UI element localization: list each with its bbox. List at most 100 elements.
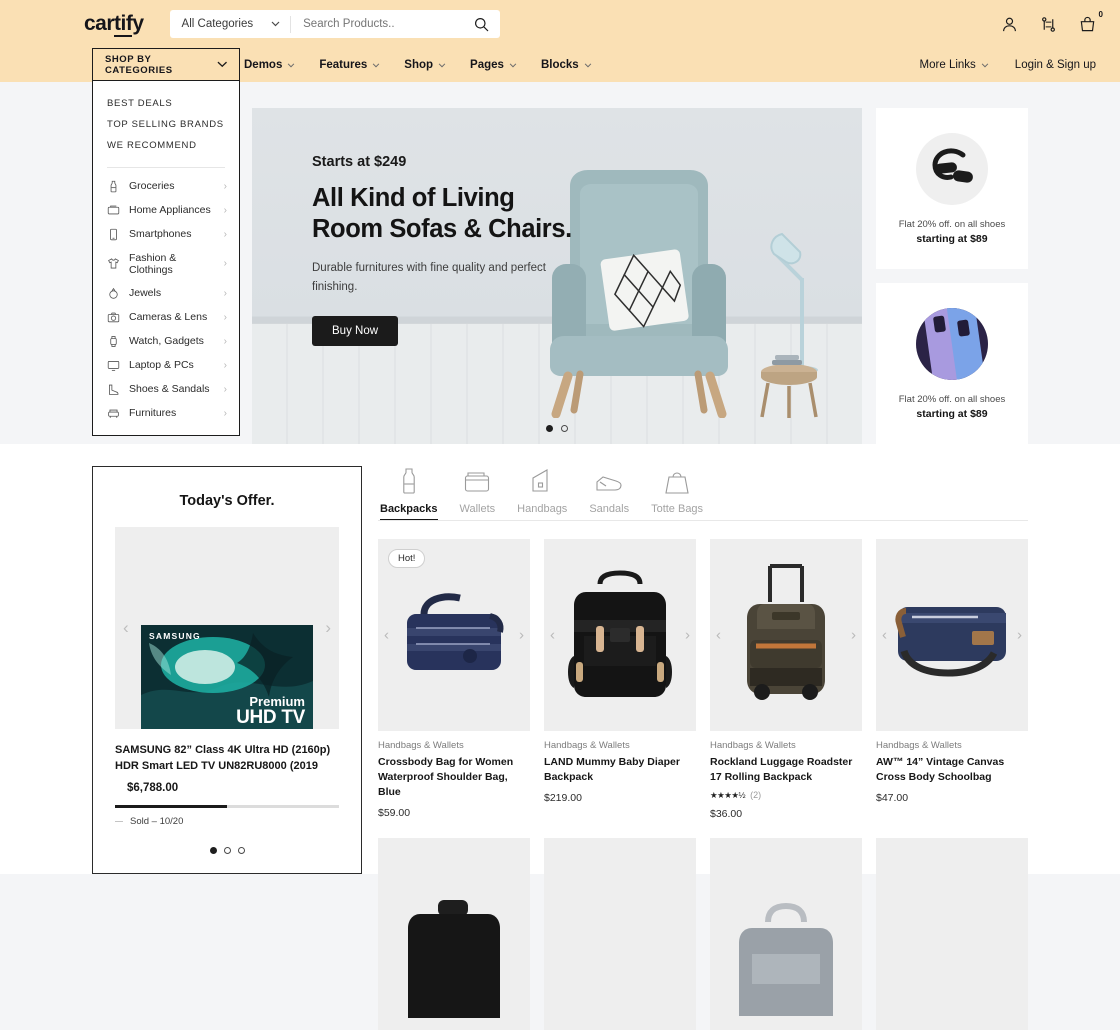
account-button[interactable]: [1001, 16, 1018, 33]
carousel-dot-2[interactable]: [561, 425, 568, 432]
nav-item-login-signup[interactable]: Login & Sign up: [1015, 59, 1096, 71]
product-card[interactable]: ‹ › Handbags & Wallets LAND Mummy Baby D…: [544, 539, 696, 820]
nav-item-shop[interactable]: Shop: [404, 59, 446, 71]
hot-badge: Hot!: [388, 549, 426, 568]
offer-product-name: SAMSUNG 82” Class 4K Ultra HD (2160p) HD…: [115, 744, 331, 772]
product-next-arrow[interactable]: ›: [519, 627, 524, 644]
category-link-best-deals[interactable]: BEST DEALS: [107, 93, 225, 114]
category-link-we-recommend[interactable]: WE RECOMMEND: [107, 135, 225, 156]
product-prev-arrow[interactable]: ‹: [882, 627, 887, 644]
product-card[interactable]: [544, 837, 696, 1030]
promo-card-phones[interactable]: Flat 20% off. on all shoes starting at $…: [876, 283, 1028, 444]
product-card[interactable]: Hot! ‹ › Handbags & Wallets Crossbody Ba…: [378, 539, 530, 820]
promo-card-shoes[interactable]: Flat 20% off. on all shoes starting at $…: [876, 108, 1028, 269]
category-item-shoes-sandals[interactable]: Shoes & Sandals ›: [93, 377, 239, 401]
grey-backpack-image: [739, 902, 833, 1016]
category-label: Fashion & Clothings: [129, 251, 177, 276]
offer-dot-3[interactable]: [237, 846, 245, 854]
product-card[interactable]: ‹ › Handbags & Wallets Rockland Luggage …: [710, 539, 862, 820]
headphones-image: [932, 148, 973, 183]
search-bar: All Categories: [169, 10, 500, 38]
category-item-laptop-pcs[interactable]: Laptop & PCs ›: [93, 353, 239, 377]
category-item-furnitures[interactable]: Furnitures ›: [93, 401, 239, 425]
category-item-fashion-clothings[interactable]: Fashion & Clothings ›: [93, 246, 239, 281]
camera-icon: [107, 312, 120, 322]
product-next-arrow[interactable]: ›: [685, 627, 690, 644]
search-input[interactable]: [291, 18, 463, 30]
tab-totte-bags[interactable]: Totte Bags: [651, 466, 703, 520]
product-card[interactable]: ‹ › Handbags & Wallets AW™ 14” Vintage C…: [876, 539, 1028, 820]
phone-icon: [110, 228, 117, 240]
product-next-arrow[interactable]: ›: [1017, 627, 1022, 644]
tab-label: Backpacks: [380, 503, 438, 520]
tv-caption: Premium UHD TV: [236, 695, 305, 727]
category-item-smartphones[interactable]: Smartphones ›: [93, 222, 239, 246]
category-link-top-selling-brands[interactable]: TOP SELLING BRANDS: [107, 114, 225, 135]
category-label: Laptop & PCs: [129, 359, 194, 371]
product-rating: ★★★★½ (2): [710, 790, 862, 801]
chevron-down-icon: [217, 61, 227, 68]
compare-button[interactable]: [1040, 16, 1057, 33]
chevron-down-icon: [438, 62, 446, 67]
tab-backpacks[interactable]: Backpacks: [380, 466, 438, 520]
carousel-dot-1[interactable]: [546, 425, 553, 432]
nav-item-more-links[interactable]: More Links: [920, 59, 989, 71]
offer-prev-arrow[interactable]: ‹: [123, 618, 129, 638]
offer-carousel-dots: [115, 846, 339, 854]
categories-panel-header[interactable]: SHOP BY CATEGORIES: [93, 49, 239, 81]
product-prev-arrow[interactable]: ‹: [716, 627, 721, 644]
product-name: Crossbody Bag for Women Waterproof Shoul…: [378, 756, 514, 798]
bottle-icon: [110, 180, 117, 192]
cart-button[interactable]: 0: [1079, 10, 1103, 33]
nav-item-features[interactable]: Features: [319, 59, 380, 71]
category-label: Furnitures: [129, 407, 177, 419]
tab-sandals[interactable]: Sandals: [589, 466, 629, 520]
header-icon-group: 0: [1001, 10, 1103, 33]
product-grid: Hot! ‹ › Handbags & Wallets Crossbody Ba…: [378, 539, 1028, 1030]
category-label: Jewels: [129, 287, 162, 299]
product-card[interactable]: [876, 837, 1028, 1030]
category-label: Groceries: [129, 180, 175, 192]
brand-logo[interactable]: cartify: [84, 12, 144, 37]
product-card[interactable]: [710, 837, 862, 1030]
category-item-groceries[interactable]: Groceries ›: [93, 174, 239, 198]
category-label: Watch, Gadgets: [129, 335, 204, 347]
tabs-divider: [378, 520, 1028, 521]
offer-dot-2[interactable]: [223, 846, 231, 854]
tab-wallets[interactable]: Wallets: [460, 466, 495, 520]
product-prev-arrow[interactable]: ‹: [384, 627, 389, 644]
boot-icon: [109, 384, 119, 395]
categories-panel-body: BEST DEALS TOP SELLING BRANDS WE RECOMME…: [93, 81, 239, 435]
search-button[interactable]: [463, 17, 500, 32]
sold-progress-fill: [115, 804, 227, 808]
monitor-icon: [107, 360, 120, 371]
tab-label: Totte Bags: [651, 503, 704, 515]
nav-label: Blocks: [540, 59, 579, 71]
category-item-cameras-lens[interactable]: Cameras & Lens ›: [93, 305, 239, 329]
tab-handbags[interactable]: Handbags: [517, 466, 567, 520]
divider: [107, 167, 225, 168]
tab-label: Sandals: [589, 503, 630, 515]
buy-now-button[interactable]: Buy Now: [312, 316, 399, 347]
product-next-arrow[interactable]: ›: [851, 627, 856, 644]
chevron-down-icon: [373, 62, 380, 67]
user-icon: [1003, 17, 1016, 31]
nav-item-pages[interactable]: Pages: [470, 59, 517, 71]
hero-banner: Starts at $249 All Kind of Living Room S…: [252, 108, 862, 444]
watch-icon: [110, 335, 117, 347]
offer-next-arrow[interactable]: ›: [325, 618, 331, 638]
product-category: Handbags & Wallets: [876, 740, 962, 751]
product-prev-arrow[interactable]: ‹: [550, 627, 555, 644]
nav-item-demos[interactable]: Demos: [244, 59, 295, 71]
category-select[interactable]: All Categories: [170, 15, 292, 33]
sandal-icon: [595, 466, 623, 494]
category-item-watch-gadgets[interactable]: Watch, Gadgets ›: [93, 329, 239, 353]
product-card[interactable]: [378, 837, 530, 1030]
nav-item-blocks[interactable]: Blocks: [541, 59, 592, 71]
todays-offer-card: Today's Offer. ‹ › SAMSUNG Premium UHD T…: [92, 466, 362, 874]
offer-dot-1[interactable]: [209, 846, 217, 854]
shop-by-categories-panel: SHOP BY CATEGORIES BEST DEALS TOP SELLIN…: [92, 48, 240, 436]
black-backpack-image: [568, 570, 672, 697]
category-item-home-appliances[interactable]: Home Appliances ›: [93, 198, 239, 222]
category-item-jewels[interactable]: Jewels ›: [93, 281, 239, 305]
